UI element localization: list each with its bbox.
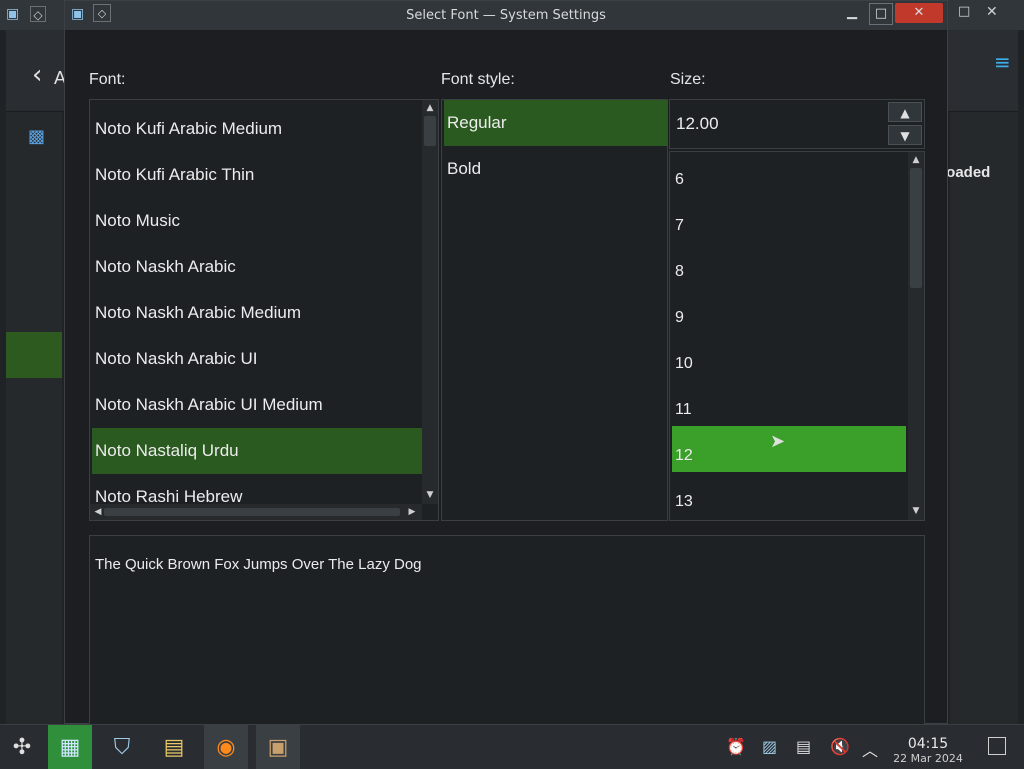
taskbar: ✣ ▦ ⛉ ▤ ◉ ▣ ⏰ ▨ ▤ 🔇 ︿ 04:15 22 Mar 2024 bbox=[0, 724, 1024, 769]
size-list-item[interactable]: 11 bbox=[672, 380, 906, 426]
pin-icon[interactable]: ◇ bbox=[30, 6, 46, 22]
size-list-item[interactable]: 7 bbox=[672, 196, 906, 242]
scroll-down-arrow-icon[interactable]: ▼ bbox=[424, 489, 436, 501]
window-menu-icon[interactable]: ▣ bbox=[6, 6, 19, 22]
discover-store-icon[interactable]: ⛉ bbox=[100, 725, 144, 769]
background-status-text: loaded bbox=[942, 164, 991, 181]
archive-manager-icon[interactable]: ▣ bbox=[256, 725, 300, 769]
font-style-item[interactable]: Bold bbox=[444, 146, 668, 192]
font-list-vscrollbar[interactable]: ▲ ▼ bbox=[422, 100, 438, 504]
font-list-hscrollbar[interactable]: ◀ ▶ bbox=[90, 504, 422, 520]
background-sidebar: ▩ bbox=[6, 112, 62, 724]
size-spinbox[interactable]: 12.00 ▲ ▼ bbox=[669, 99, 925, 149]
dialog-titlebar: ▣ ◇ Select Font — System Settings ▁ □ ✕ bbox=[65, 1, 947, 31]
font-list-item[interactable]: Noto Naskh Arabic UI bbox=[92, 336, 423, 382]
clock-date[interactable]: 22 Mar 2024 bbox=[888, 752, 968, 765]
file-manager-icon[interactable]: ▤ bbox=[152, 725, 196, 769]
clock-time[interactable]: 04:15 bbox=[900, 736, 956, 752]
size-increment-button[interactable]: ▲ bbox=[888, 102, 922, 122]
hamburger-menu-icon[interactable]: ≡ bbox=[994, 50, 1011, 74]
font-list-item[interactable]: Noto Naskh Arabic UI Medium bbox=[92, 382, 423, 428]
background-right-panel: loaded bbox=[942, 112, 1018, 724]
font-list-item[interactable]: Noto Naskh Arabic bbox=[92, 244, 423, 290]
minimize-button[interactable]: ▁ bbox=[841, 3, 863, 23]
show-desktop-icon[interactable] bbox=[988, 737, 1006, 755]
close-button[interactable]: ✕ bbox=[895, 3, 943, 23]
dialog-title: Select Font — System Settings bbox=[406, 8, 606, 23]
font-preview: The Quick Brown Fox Jumps Over The Lazy … bbox=[89, 535, 925, 725]
font-list-item[interactable]: Noto Music bbox=[92, 198, 423, 244]
size-label: Size: bbox=[670, 71, 706, 88]
font-list-item[interactable]: Noto Nastaliq Urdu bbox=[92, 428, 423, 474]
system-settings-task-icon[interactable]: ▦ bbox=[48, 725, 92, 769]
size-scroll-up-arrow-icon[interactable]: ▲ bbox=[910, 154, 922, 166]
size-list-item[interactable]: 9 bbox=[672, 288, 906, 334]
font-style-list[interactable]: Regular Bold bbox=[441, 99, 668, 521]
size-list-item[interactable]: 13 bbox=[672, 472, 906, 518]
bg-maximize-icon[interactable]: □ bbox=[958, 4, 970, 19]
preview-text: The Quick Brown Fox Jumps Over The Lazy … bbox=[95, 556, 422, 573]
size-list-item[interactable]: 10 bbox=[672, 334, 906, 380]
maximize-button[interactable]: □ bbox=[869, 3, 893, 25]
show-hidden-icons-icon[interactable]: ︿ bbox=[862, 737, 878, 761]
size-scroll-thumb[interactable] bbox=[910, 168, 922, 288]
size-list-vscrollbar[interactable]: ▲ ▼ bbox=[908, 152, 924, 520]
network-icon[interactable]: ▨ bbox=[762, 737, 777, 756]
size-list[interactable]: 6 7 8 9 10 11 12 13 ▲ ▼ bbox=[669, 151, 925, 521]
notifications-bell-icon[interactable]: ⏰ bbox=[726, 737, 746, 756]
font-label: Font: bbox=[89, 71, 126, 88]
size-scroll-down-arrow-icon[interactable]: ▼ bbox=[910, 505, 922, 517]
hscroll-thumb[interactable] bbox=[104, 508, 400, 516]
size-value[interactable]: 12.00 bbox=[676, 114, 719, 134]
volume-muted-icon[interactable]: 🔇 bbox=[830, 737, 850, 756]
size-list-item[interactable]: 12 bbox=[672, 426, 906, 472]
clipboard-icon[interactable]: ▤ bbox=[796, 737, 811, 756]
scroll-right-arrow-icon[interactable]: ▶ bbox=[406, 506, 418, 518]
size-decrement-button[interactable]: ▼ bbox=[888, 125, 922, 145]
back-arrow-icon[interactable]: ‹ bbox=[32, 60, 42, 90]
scroll-thumb[interactable] bbox=[424, 116, 436, 146]
font-style-item[interactable]: Regular bbox=[444, 100, 668, 146]
scroll-up-arrow-icon[interactable]: ▲ bbox=[424, 102, 436, 114]
select-font-dialog: ▣ ◇ Select Font — System Settings ▁ □ ✕ … bbox=[64, 0, 948, 725]
font-list-item[interactable]: Noto Kufi Arabic Thin bbox=[92, 152, 423, 198]
size-list-item[interactable]: 6 bbox=[672, 150, 906, 196]
settings-app-icon[interactable]: ▩ bbox=[28, 126, 45, 147]
firefox-icon[interactable]: ◉ bbox=[204, 725, 248, 769]
bg-close-icon[interactable]: ✕ bbox=[986, 4, 998, 20]
scroll-left-arrow-icon[interactable]: ◀ bbox=[92, 506, 104, 518]
application-launcher-icon[interactable]: ✣ bbox=[0, 725, 44, 769]
mouse-cursor-icon: ➤ bbox=[770, 431, 786, 452]
font-list-item[interactable]: Noto Kufi Arabic Medium bbox=[92, 106, 423, 152]
font-list[interactable]: Noto Kufi Arabic Medium Noto Kufi Arabic … bbox=[89, 99, 439, 521]
background-sidebar-selection bbox=[6, 332, 62, 378]
size-list-item[interactable]: 8 bbox=[672, 242, 906, 288]
font-style-label: Font style: bbox=[441, 71, 515, 88]
font-list-item[interactable]: Noto Naskh Arabic Medium bbox=[92, 290, 423, 336]
